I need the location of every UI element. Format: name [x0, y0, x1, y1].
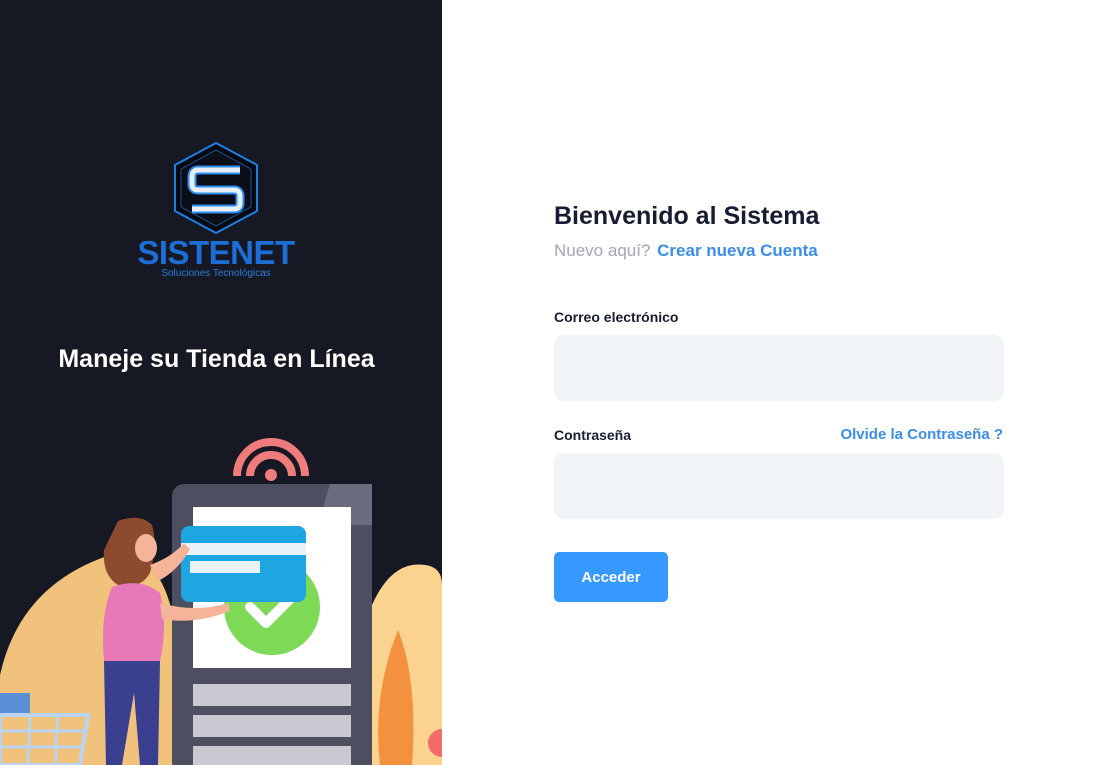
login-form-panel: Bienvenido al Sistema Nuevo aquí? Crear … — [442, 0, 1098, 765]
wifi-signal-icon — [233, 438, 309, 481]
login-button[interactable]: Acceder — [554, 552, 668, 602]
brand-name: SISTENET — [137, 234, 295, 271]
create-account-link[interactable]: Crear nueva Cuenta — [657, 241, 818, 260]
signup-prompt: Nuevo aquí? Crear nueva Cuenta — [554, 240, 818, 262]
password-field[interactable] — [554, 453, 1004, 519]
hexagon-s-logo-icon — [174, 141, 258, 235]
form-title: Bienvenido al Sistema — [554, 202, 820, 230]
email-field[interactable] — [554, 335, 1004, 401]
new-here-text: Nuevo aquí? — [554, 241, 651, 260]
branding-panel: SISTENET Soluciones Tecnológicas Maneje … — [0, 0, 442, 765]
online-store-illustration — [0, 438, 442, 765]
aside-heading: Maneje su Tienda en Línea — [58, 345, 375, 373]
credit-card-icon — [181, 526, 306, 602]
email-label: Correo electrónico — [554, 309, 679, 325]
login-page: SISTENET Soluciones Tecnológicas Maneje … — [0, 0, 1098, 765]
brand-logo: SISTENET Soluciones Tecnológicas — [130, 140, 302, 282]
brand-tagline: Soluciones Tecnológicas — [161, 268, 271, 279]
password-label: Contraseña — [554, 427, 632, 443]
forgot-password-link[interactable]: Olvide la Contraseña ? — [840, 426, 1003, 444]
